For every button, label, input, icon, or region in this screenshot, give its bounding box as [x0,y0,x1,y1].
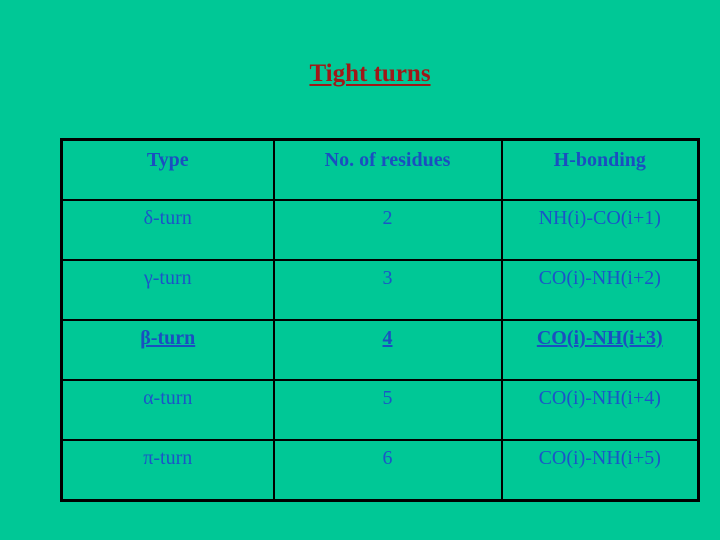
table-row-highlighted: β-turn 4 CO(i)-NH(i+3) [60,319,700,381]
turn-type: α-turn [60,379,275,441]
h-bonding: NH(i)-CO(i+1) [500,199,700,261]
h-bonding: CO(i)-NH(i+4) [500,379,700,441]
residue-count: 6 [272,439,503,502]
header-row: Type No. of residues H-bonding [60,138,700,201]
table-row: γ-turn 3 CO(i)-NH(i+2) [60,259,700,321]
residue-count: 5 [272,379,503,441]
residue-count: 3 [272,259,503,321]
h-bonding: CO(i)-NH(i+2) [500,259,700,321]
turn-type: γ-turn [60,259,275,321]
tight-turns-table: Type No. of residues H-bonding δ-turn 2 … [60,138,700,502]
table-row: δ-turn 2 NH(i)-CO(i+1) [60,199,700,261]
table-row: π-turn 6 CO(i)-NH(i+5) [60,439,700,502]
header-type: Type [60,138,275,201]
h-bonding: CO(i)-NH(i+3) [500,319,700,381]
slide-title: Tight turns [309,60,431,87]
header-hbonding: H-bonding [500,138,700,201]
residue-count: 4 [272,319,503,381]
table-row: α-turn 5 CO(i)-NH(i+4) [60,379,700,441]
header-residues: No. of residues [272,138,503,201]
h-bonding: CO(i)-NH(i+5) [500,439,700,502]
residue-count: 2 [272,199,503,261]
turn-type: β-turn [60,319,275,381]
turn-type: δ-turn [60,199,275,261]
turn-type: π-turn [60,439,275,502]
